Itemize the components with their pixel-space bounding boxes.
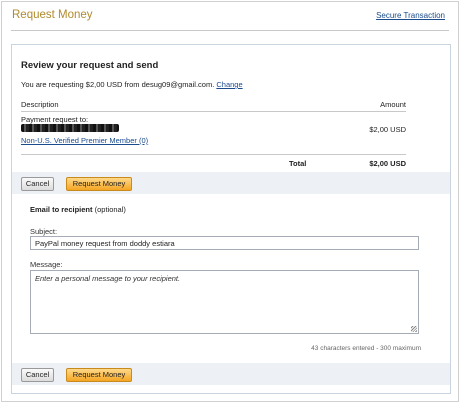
optional-text: (optional) — [94, 205, 126, 214]
email-heading-text: Email to recipient — [30, 205, 93, 214]
requesting-text: You are requesting $2,00 USD from desug0… — [21, 80, 215, 89]
summary-table: Description Amount Payment request to: N… — [21, 99, 406, 169]
page-frame: Request Money Secure Transaction Review … — [1, 1, 459, 402]
member-status-link[interactable]: Non-U.S. Verified Premier Member (0) — [21, 136, 148, 145]
requesting-line: You are requesting $2,00 USD from desug0… — [21, 80, 243, 89]
table-row: Payment request to: Non-U.S. Verified Pr… — [21, 112, 406, 155]
description-column-header: Description — [21, 100, 59, 109]
message-textarea[interactable]: Enter a personal message to your recipie… — [30, 270, 419, 334]
subject-input[interactable]: PayPal money request from doddy estiara — [30, 236, 419, 250]
review-heading: Review your request and send — [21, 60, 159, 71]
payment-request-label: Payment request to: — [21, 115, 89, 124]
total-row: Total $2,00 USD — [21, 155, 406, 169]
request-money-button-bottom[interactable]: Request Money — [66, 368, 132, 382]
row-amount: $2,00 USD — [369, 125, 406, 134]
cancel-button-bottom[interactable]: Cancel — [21, 368, 54, 382]
page-title: Request Money — [12, 9, 93, 21]
redacted-recipient-name — [21, 124, 119, 132]
total-amount: $2,00 USD — [369, 159, 406, 168]
amount-column-header: Amount — [380, 100, 406, 109]
cancel-button[interactable]: Cancel — [21, 177, 54, 191]
email-section-heading: Email to recipient (optional) — [30, 205, 126, 214]
table-header: Description Amount — [21, 99, 406, 112]
change-link[interactable]: Change — [216, 80, 242, 89]
secure-transaction-link[interactable]: Secure Transaction — [376, 11, 445, 20]
character-count: 43 characters entered - 300 maximum — [311, 345, 421, 352]
resize-grip-icon[interactable] — [411, 326, 417, 332]
action-bar-top: Cancel Request Money — [12, 172, 450, 194]
message-placeholder: Enter a personal message to your recipie… — [35, 274, 181, 283]
subject-label: Subject: — [30, 227, 58, 236]
header-divider — [11, 30, 449, 31]
request-money-button[interactable]: Request Money — [66, 177, 132, 191]
total-label: Total — [289, 159, 307, 168]
action-bar-bottom: Cancel Request Money — [12, 363, 450, 385]
review-panel: Review your request and send You are req… — [11, 44, 451, 394]
message-label: Message: — [30, 260, 63, 269]
